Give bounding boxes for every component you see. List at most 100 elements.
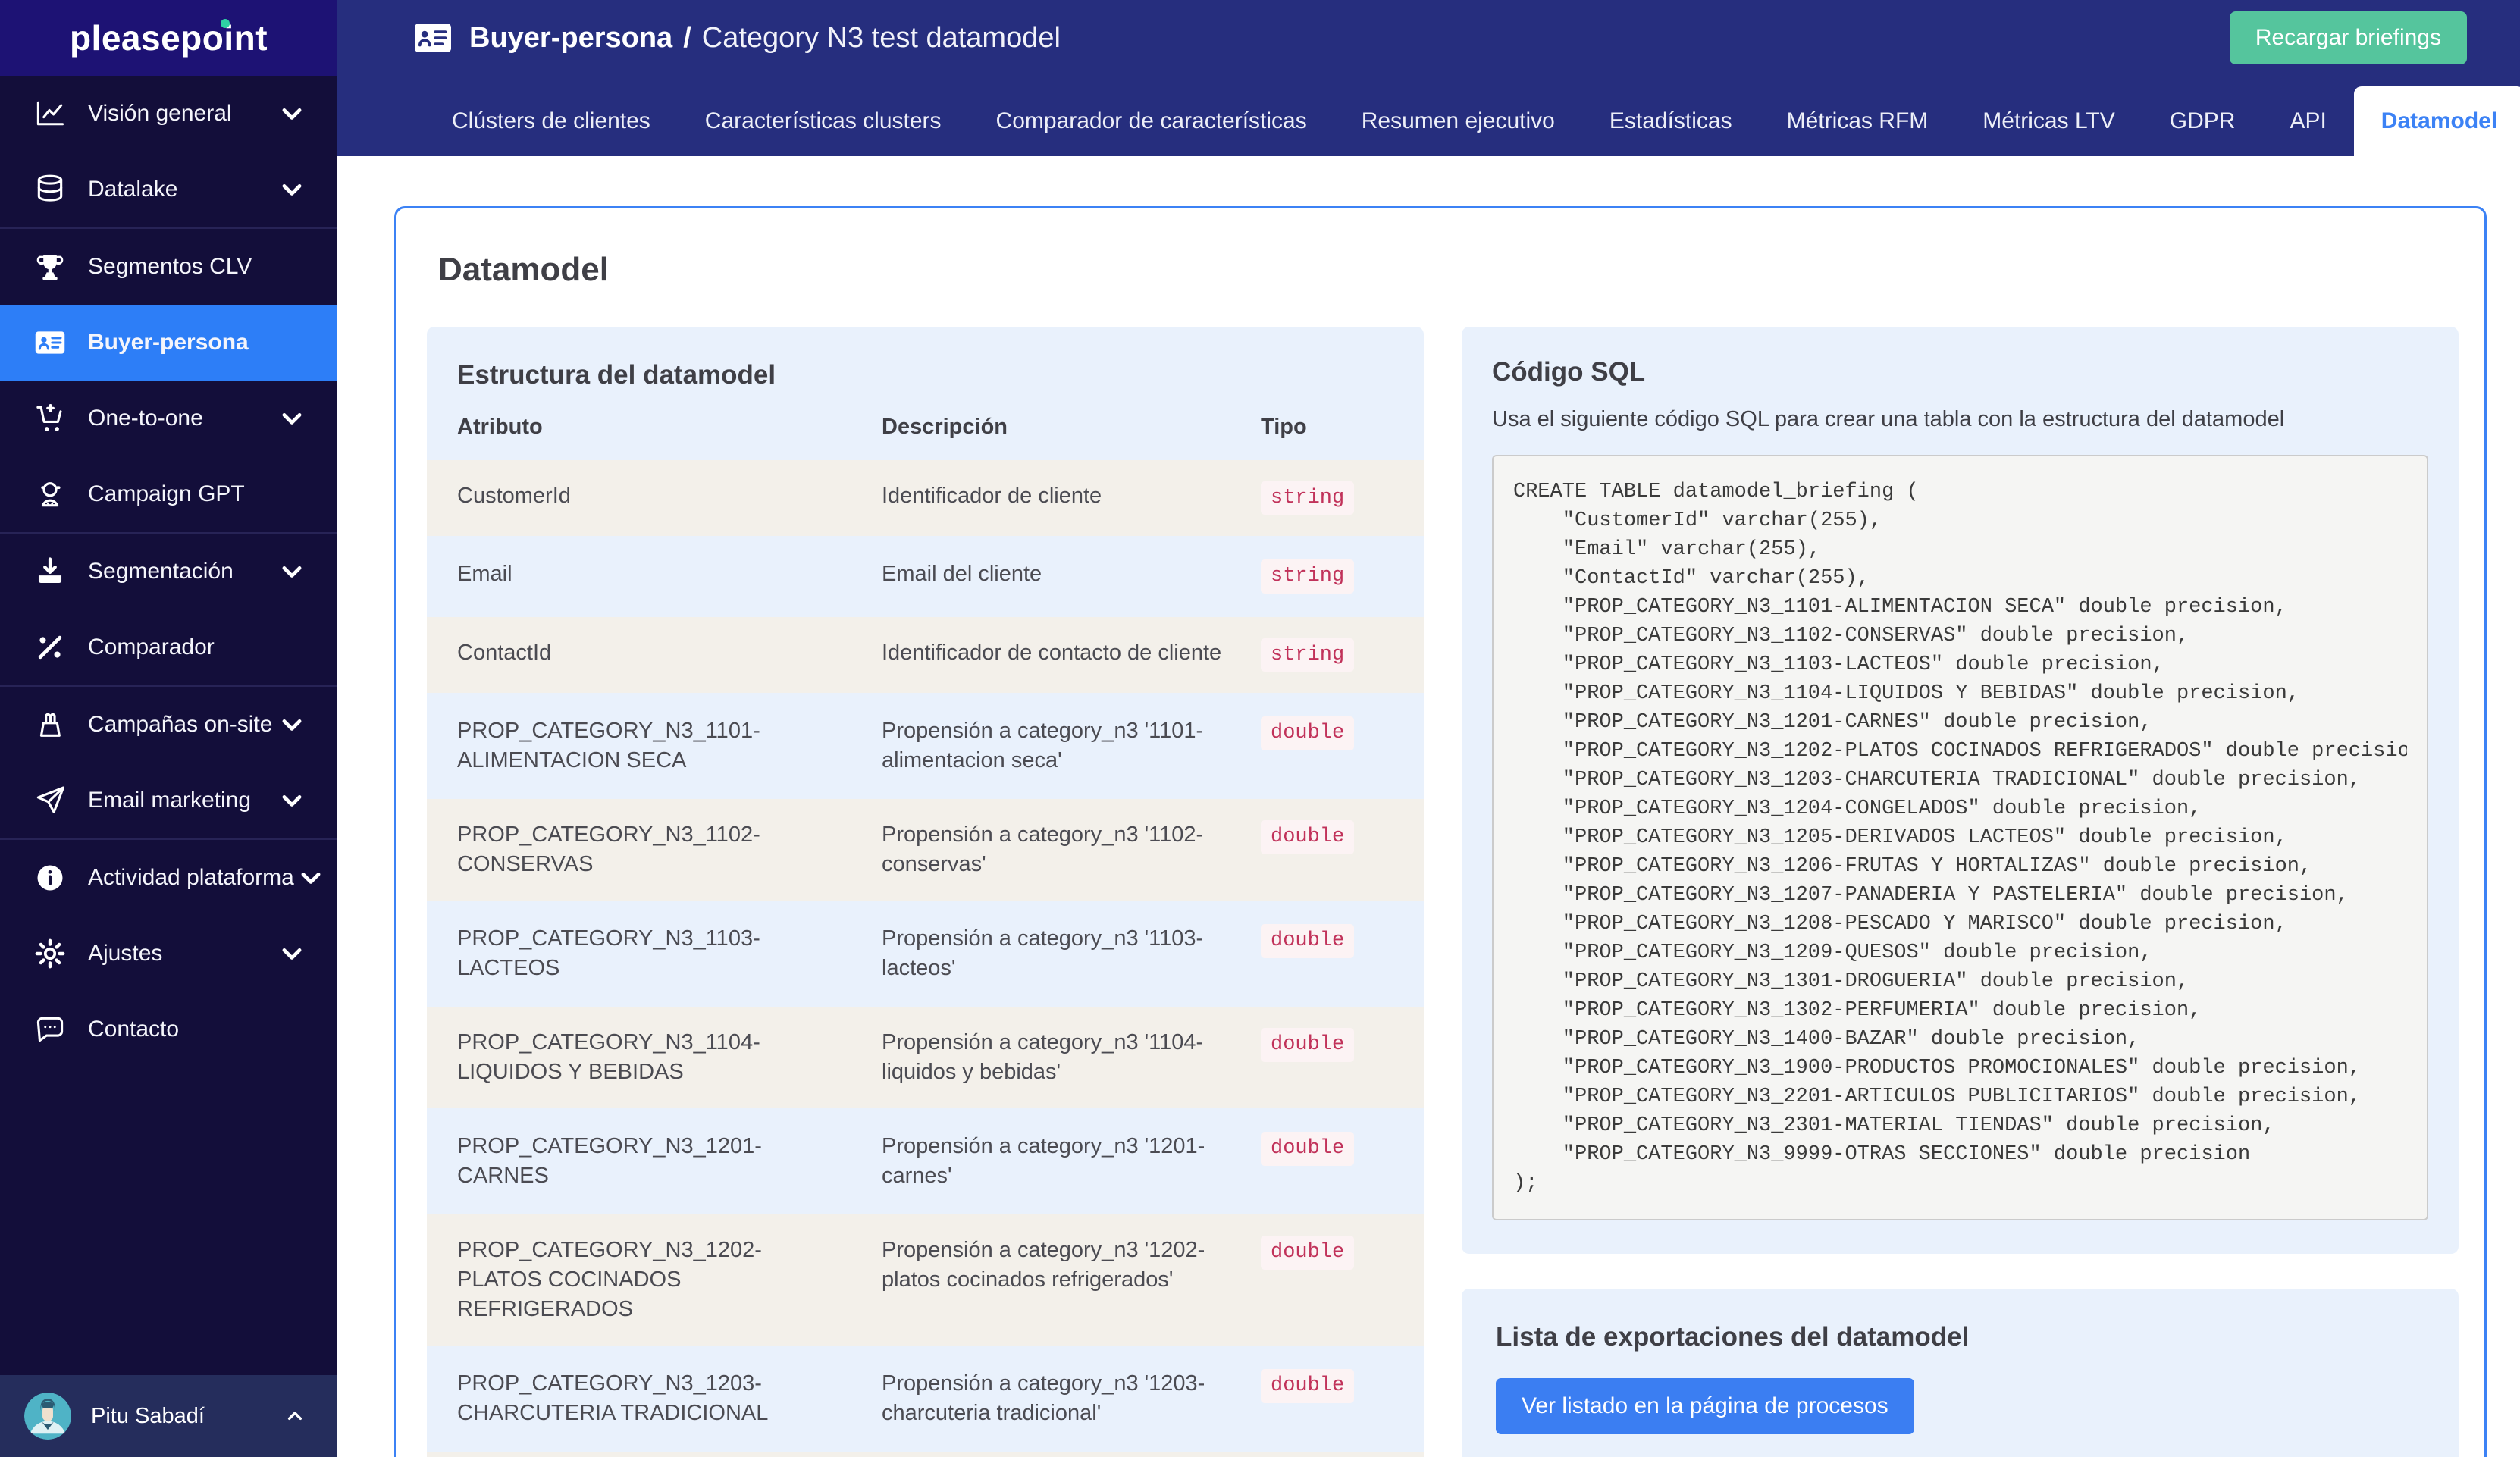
- cart-plus-icon: [33, 402, 67, 435]
- chevron-up-icon: [283, 1404, 307, 1428]
- cell-attribute: PROP_CATEGORY_N3_1104-LIQUIDOS Y BEBIDAS: [457, 1030, 760, 1085]
- cell-type: double: [1261, 694, 1424, 798]
- chat-icon: [33, 1013, 67, 1046]
- table-row: PROP_CATEGORY_N3_1101-ALIMENTACION SECA P…: [427, 694, 1424, 798]
- cell-type: double: [1261, 1451, 1424, 1457]
- sidebar-item-label: Actividad plataforma: [88, 865, 294, 890]
- sidebar-item-label: One-to-one: [88, 406, 203, 431]
- chevron-down-icon: [275, 784, 309, 817]
- sidebar-item-label: Segmentos CLV: [88, 254, 252, 279]
- type-badge: double: [1261, 820, 1355, 854]
- breadcrumb-section[interactable]: Buyer-persona: [469, 22, 672, 55]
- type-badge: double: [1261, 1028, 1355, 1062]
- datamodel-card: Datamodel Estructura del datamodel Atrib…: [394, 206, 2487, 1457]
- cell-attribute: PROP_CATEGORY_N3_1203-CHARCUTERIA TRADIC…: [457, 1371, 769, 1426]
- sidebar-item-label: Segmentación: [88, 559, 234, 584]
- cell-description: Propensión a category_n3 '1104-liquidos …: [882, 1030, 1204, 1085]
- view-processes-button[interactable]: Ver listado en la página de procesos: [1496, 1378, 1914, 1434]
- cell-attribute: PROP_CATEGORY_N3_1204-CONGELADOS: [427, 1451, 882, 1457]
- type-badge: string: [1261, 638, 1355, 672]
- column-header-atributo: Atributo: [457, 415, 543, 439]
- sql-code-block: CREATE TABLE datamodel_briefing ( "Custo…: [1492, 455, 2428, 1220]
- user-menu[interactable]: Pitu Sabadí: [0, 1375, 337, 1457]
- sidebar-item-comparador[interactable]: Comparador: [0, 609, 337, 685]
- sidebar-item-one-to-one[interactable]: One-to-one: [0, 381, 337, 456]
- cell-type: double: [1261, 798, 1424, 902]
- cell-description: Identificador de cliente: [882, 484, 1102, 508]
- cell-description: Propensión a category_n3 '1203-charcuter…: [882, 1371, 1205, 1426]
- sql-code: CREATE TABLE datamodel_briefing ( "Custo…: [1513, 481, 2407, 1195]
- tab-metricas-rfm[interactable]: Métricas RFM: [1760, 86, 1956, 156]
- tab-resumen-ejecutivo[interactable]: Resumen ejecutivo: [1334, 86, 1582, 156]
- tab-clusters-de-clientes[interactable]: Clústers de clientes: [425, 86, 678, 156]
- tab-datamodel[interactable]: Datamodel: [2353, 86, 2520, 156]
- chevron-down-icon: [275, 402, 309, 435]
- tab-bar: Clústers de clientes Características clus…: [337, 76, 2520, 156]
- paper-plane-icon: [33, 784, 67, 817]
- cell-attribute: Email: [457, 562, 512, 587]
- sidebar-item-ajustes[interactable]: Ajustes: [0, 916, 337, 992]
- cell-description: Propensión a category_n3 '1103-lacteos': [882, 926, 1204, 981]
- assistant-icon: [33, 478, 67, 511]
- main-area: Buyer-persona / Category N3 test datamod…: [337, 0, 2520, 1457]
- percent-icon: [33, 631, 67, 664]
- download-icon: [33, 555, 67, 588]
- cell-description: Propensión a category_n3 '1102-conservas…: [882, 822, 1204, 877]
- tab-gdpr[interactable]: GDPR: [2142, 86, 2263, 156]
- tab-api[interactable]: API: [2262, 86, 2353, 156]
- type-badge: double: [1261, 716, 1355, 750]
- table-row: PROP_CATEGORY_N3_1204-CONGELADOSPropensi…: [427, 1450, 1424, 1457]
- cell-attribute: ContactId: [457, 640, 552, 665]
- tab-comparador-de-caracteristicas[interactable]: Comparador de características: [969, 86, 1334, 156]
- cell-description: Propensión a category_n3 '1204-congelado…: [882, 1451, 1261, 1457]
- chevron-down-icon: [275, 173, 309, 206]
- table-row: PROP_CATEGORY_N3_1201-CARNES Propensión a…: [427, 1109, 1424, 1214]
- type-badge: double: [1261, 1132, 1355, 1166]
- cell-description: Propensión a category_n3 '1202-platos co…: [882, 1238, 1205, 1292]
- info-icon: [33, 861, 67, 895]
- cell-attribute: PROP_CATEGORY_N3_1103-LACTEOS: [457, 926, 760, 981]
- breadcrumb-separator: /: [683, 21, 691, 54]
- cell-attribute: PROP_CATEGORY_N3_1202-PLATOS COCINADOS R…: [457, 1238, 762, 1322]
- reload-briefings-button[interactable]: Recargar briefings: [2229, 11, 2467, 64]
- tab-metricas-ltv[interactable]: Métricas LTV: [1955, 86, 2142, 156]
- sidebar-item-buyer-persona[interactable]: Buyer-persona: [0, 305, 337, 381]
- table-row: PROP_CATEGORY_N3_1203-CHARCUTERIA TRADIC…: [427, 1346, 1424, 1451]
- datamodel-table: Atributo Descripción Tipo CustomerId Iden…: [427, 401, 1424, 1457]
- table-row: CustomerId Identificador de cliente string: [427, 459, 1424, 537]
- cell-attribute: PROP_CATEGORY_N3_1201-CARNES: [457, 1134, 762, 1189]
- logo[interactable]: pleasepoint: [0, 0, 337, 76]
- avatar: [24, 1393, 71, 1440]
- page-title: Datamodel: [438, 251, 609, 288]
- sidebar-item-vision-general[interactable]: Visión general: [0, 76, 337, 152]
- exports-panel: Lista de exportaciones del datamodel Ver…: [1462, 1289, 2459, 1457]
- sidebar-item-segmentos-clv[interactable]: Segmentos CLV: [0, 229, 337, 305]
- table-row: PROP_CATEGORY_N3_1102-CONSERVAS Propensió…: [427, 797, 1424, 902]
- sql-title: Código SQL: [1492, 357, 1646, 387]
- id-card-icon: [413, 21, 453, 55]
- sidebar-item-label: Campañas on-site: [88, 712, 273, 737]
- content: Datamodel Estructura del datamodel Atrib…: [337, 156, 2520, 1457]
- type-badge: string: [1261, 481, 1355, 515]
- cell-type: double: [1261, 1110, 1424, 1214]
- chevron-down-icon: [275, 555, 309, 588]
- chevron-down-icon: [275, 97, 309, 130]
- top-bar: Buyer-persona / Category N3 test datamod…: [337, 0, 2520, 76]
- tab-caracteristicas-clusters[interactable]: Características clusters: [678, 86, 969, 156]
- sidebar-item-segmentacion[interactable]: Segmentación: [0, 534, 337, 609]
- column-header-tipo: Tipo: [1261, 415, 1307, 439]
- gear-icon: [33, 937, 67, 970]
- sidebar-item-datalake[interactable]: Datalake: [0, 152, 337, 227]
- tab-estadisticas[interactable]: Estadísticas: [1582, 86, 1760, 156]
- sidebar-item-campaign-gpt[interactable]: Campaign GPT: [0, 456, 337, 532]
- cell-description: Propensión a category_n3 '1201-carnes': [882, 1134, 1205, 1189]
- sidebar-item-contacto[interactable]: Contacto: [0, 992, 337, 1067]
- cell-attribute: PROP_CATEGORY_N3_1102-CONSERVAS: [457, 822, 760, 877]
- sidebar-item-actividad-plataforma[interactable]: Actividad plataforma: [0, 840, 337, 916]
- sidebar-item-campanas-on-site[interactable]: Campañas on-site: [0, 687, 337, 763]
- sidebar-item-label: Campaign GPT: [88, 481, 245, 506]
- chevron-down-icon: [294, 861, 328, 895]
- sidebar-item-email-marketing[interactable]: Email marketing: [0, 763, 337, 838]
- user-name: Pitu Sabadí: [91, 1403, 205, 1428]
